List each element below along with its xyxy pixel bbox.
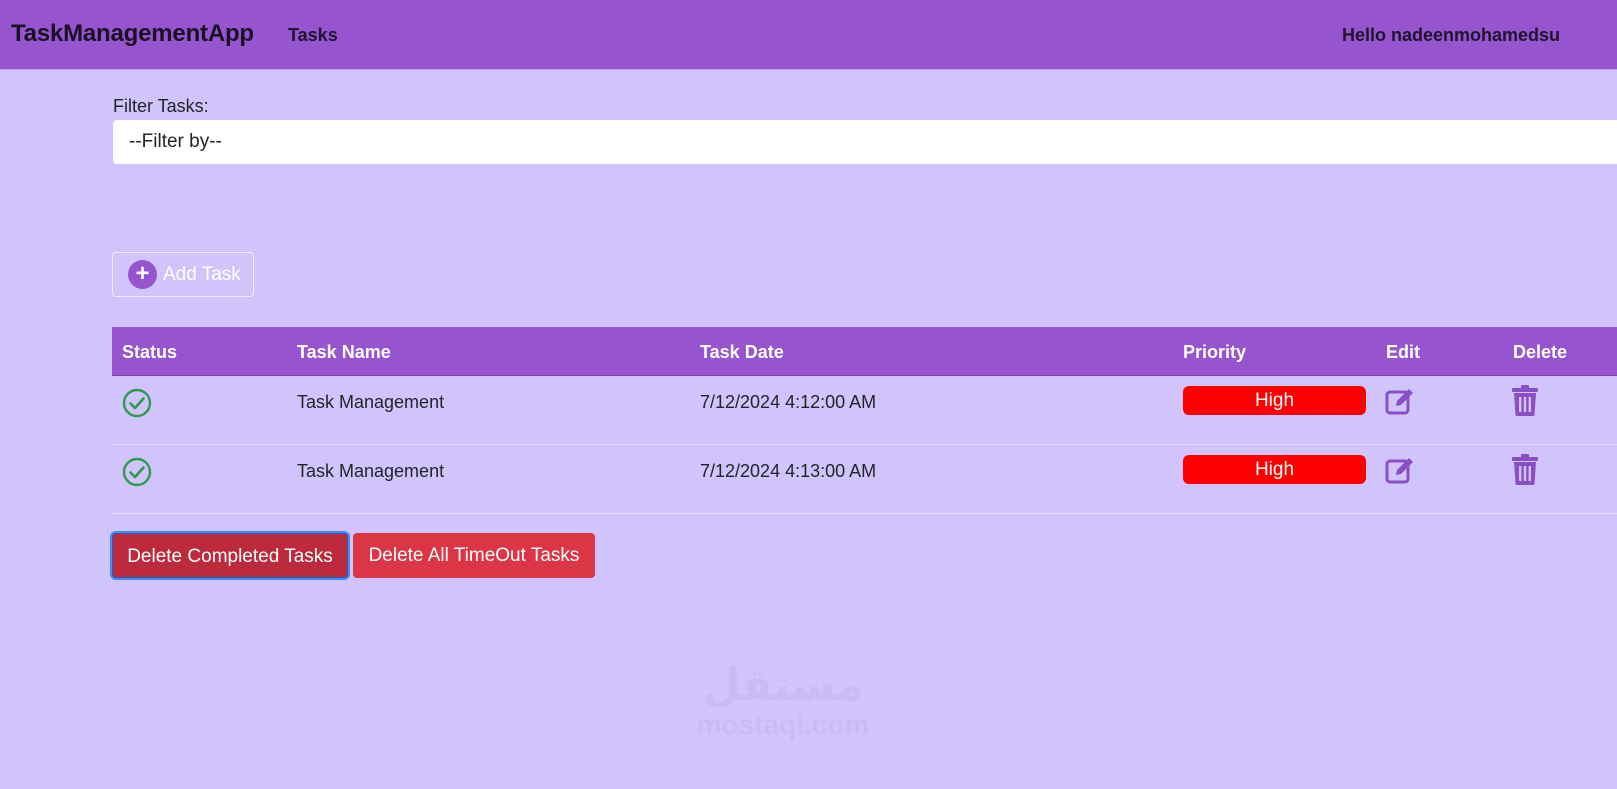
add-task-button[interactable]: + Add Task bbox=[112, 252, 254, 297]
edit-icon[interactable] bbox=[1384, 454, 1416, 491]
task-name: Task Management bbox=[297, 392, 445, 412]
trash-icon[interactable] bbox=[1511, 454, 1539, 491]
delete-completed-tasks-button[interactable]: Delete Completed Tasks bbox=[112, 533, 348, 578]
mostaql-watermark: مستقل mostaql.com bbox=[688, 662, 878, 740]
filter-select[interactable]: --Filter by-- bbox=[113, 120, 1617, 164]
delete-timeout-tasks-button[interactable]: Delete All TimeOut Tasks bbox=[353, 533, 595, 578]
nav-link-tasks[interactable]: Tasks bbox=[288, 25, 338, 46]
priority-badge: High bbox=[1183, 386, 1366, 415]
table-row: Task Management 7/12/2024 4:12:00 AM Hig… bbox=[112, 375, 1617, 445]
table-row: Task Management 7/12/2024 4:13:00 AM Hig… bbox=[112, 444, 1617, 514]
user-greeting[interactable]: Hello nadeenmohamedsu bbox=[1342, 25, 1560, 46]
column-task-date: Task Date bbox=[700, 342, 784, 362]
watermark-arabic: مستقل bbox=[702, 661, 864, 710]
plus-circle-icon: + bbox=[128, 260, 157, 289]
column-priority: Priority bbox=[1183, 342, 1247, 362]
top-navbar: TaskManagementApp Tasks Hello nadeenmoha… bbox=[0, 0, 1617, 70]
check-circle-icon[interactable] bbox=[122, 457, 152, 492]
column-status: Status bbox=[122, 342, 178, 362]
task-date: 7/12/2024 4:13:00 AM bbox=[700, 461, 877, 481]
task-name: Task Management bbox=[297, 461, 445, 481]
check-circle-icon[interactable] bbox=[122, 388, 152, 423]
column-delete: Delete bbox=[1513, 342, 1568, 362]
app-brand[interactable]: TaskManagementApp bbox=[11, 20, 254, 48]
task-table-header: Status Task Name Task Date Priority Edit… bbox=[112, 327, 1617, 376]
priority-badge: High bbox=[1183, 455, 1366, 484]
task-date: 7/12/2024 4:12:00 AM bbox=[700, 392, 877, 412]
edit-icon[interactable] bbox=[1384, 385, 1416, 422]
watermark-latin: mostaql.com bbox=[696, 709, 870, 740]
trash-icon[interactable] bbox=[1511, 385, 1539, 422]
column-edit: Edit bbox=[1386, 342, 1420, 362]
add-task-label: Add Task bbox=[163, 263, 241, 285]
column-task-name: Task Name bbox=[297, 342, 391, 362]
filter-label: Filter Tasks: bbox=[113, 96, 209, 116]
